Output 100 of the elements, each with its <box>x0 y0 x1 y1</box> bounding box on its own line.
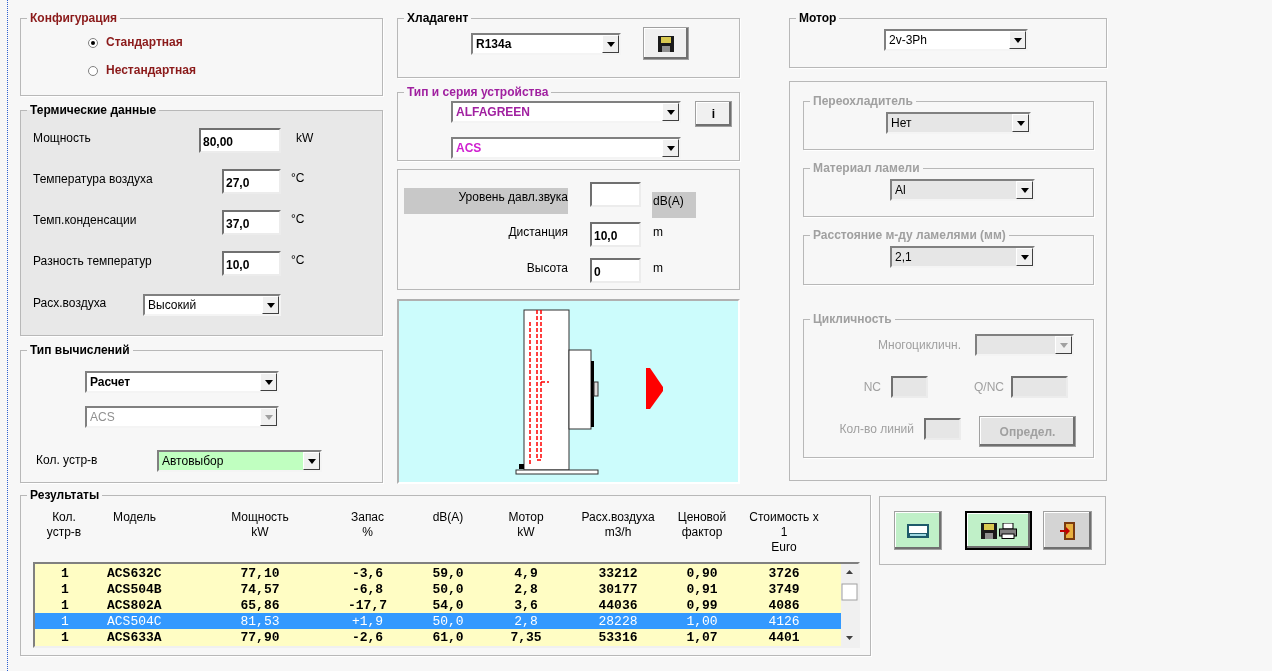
caret-icon[interactable] <box>1016 181 1033 199</box>
table-cell-text: 1 <box>60 613 70 629</box>
caret-icon[interactable] <box>303 452 320 470</box>
caret-icon[interactable] <box>262 296 279 314</box>
field-label: NC <box>862 380 881 394</box>
table-cell-text: 74,57 <box>239 581 281 597</box>
input-field[interactable]: 80,00 <box>199 128 281 153</box>
table-cell-text: 3,6 <box>513 597 539 613</box>
table-cell-text: -2,6 <box>350 629 385 645</box>
floppy-icon <box>658 35 674 52</box>
radio-button[interactable] <box>88 66 98 76</box>
info-button[interactable]: i <box>695 101 732 127</box>
caret-icon[interactable] <box>602 35 619 53</box>
table-cell-text: 1,07 <box>685 629 719 645</box>
column-header: Модель <box>112 510 158 526</box>
field-label: Мощность <box>33 131 92 145</box>
table-cell-text: -3,6 <box>350 565 385 581</box>
table-cell-text: 50,0 <box>431 613 465 629</box>
table-row[interactable]: 1 ACS633A 77,90 -2,6 61,0 7,35 53316 1,07 4401 <box>35 629 841 645</box>
caret-icon[interactable] <box>1009 31 1026 49</box>
table-cell-text: 65,86 <box>239 597 281 613</box>
table-cell-text: 81,53 <box>239 613 281 629</box>
caret-icon[interactable] <box>662 139 679 157</box>
table-cell-text: 1 <box>60 565 70 581</box>
save-print-button[interactable] <box>965 511 1032 550</box>
input-field[interactable]: 37,0 <box>222 210 281 235</box>
field-label: Многоцикличн. <box>877 338 961 352</box>
input-field[interactable] <box>590 182 641 207</box>
calculation-dropdown[interactable]: Расчет <box>85 371 279 393</box>
table-cell-text: ACS632C <box>106 565 163 581</box>
calculate-button[interactable] <box>894 511 942 550</box>
column-header: Кол. устр-в <box>45 510 83 541</box>
caret-icon[interactable] <box>260 373 277 391</box>
table-cell-text: 3726 <box>767 565 801 581</box>
field-label: Температура воздуха <box>33 172 154 186</box>
refrigerant-dropdown[interactable]: R134a <box>471 33 621 55</box>
caret-icon[interactable] <box>1012 114 1029 132</box>
table-cell-text: 28228 <box>597 613 639 629</box>
series-dropdown[interactable]: ACS <box>451 137 681 159</box>
table-cell-text: ACS633A <box>106 629 163 645</box>
input-field[interactable]: 0 <box>590 258 641 283</box>
exit-button[interactable] <box>1043 511 1092 550</box>
table-cell-text: 50,0 <box>431 581 465 597</box>
airflow-arrow-icon <box>646 368 663 409</box>
units-dropdown[interactable]: Автовыбор <box>157 450 322 472</box>
group-title: Расстояние м-ду ламелями (мм) <box>812 228 1007 242</box>
field-label: Дистанция <box>507 224 568 241</box>
caret-icon[interactable] <box>1055 336 1072 354</box>
table-cell-text: 44036 <box>597 597 639 613</box>
table-cell-text: 3749 <box>767 581 801 597</box>
column-header: Запас % <box>349 510 386 541</box>
option-label: Нестандартная <box>106 63 196 77</box>
field-label: Высота <box>525 260 568 277</box>
save-button[interactable] <box>643 27 689 60</box>
table-cell-text: +1,9 <box>350 613 385 629</box>
caret-icon[interactable] <box>662 103 679 121</box>
input-field[interactable]: 10,0 <box>222 251 281 276</box>
table-cell-text: 0,99 <box>685 597 719 613</box>
field-label: Уровень давл.звука <box>404 188 568 214</box>
input-field[interactable]: 27,0 <box>222 169 281 194</box>
unit-label: dB(A) <box>652 192 696 218</box>
field-label: Q/NC <box>973 380 1004 394</box>
caret-icon[interactable] <box>1016 248 1033 266</box>
table-row[interactable]: 1 ACS504B 74,57 -6,8 50,0 2,8 30177 0,91 3749 <box>35 581 841 597</box>
unit-label: °C <box>291 212 305 226</box>
airflow-dropdown[interactable]: Высокий <box>143 294 281 316</box>
table-cell-text: -6,8 <box>350 581 385 597</box>
radio-button[interactable] <box>88 38 98 48</box>
table-cell-text: 4126 <box>767 613 801 629</box>
column-header: Ценовой фактор <box>676 510 728 541</box>
option-label: Стандартная <box>106 35 183 49</box>
table-cell-text: 54,0 <box>431 597 465 613</box>
table-cell-text: 77,90 <box>239 629 281 645</box>
table-cell-text: 0,91 <box>685 581 719 597</box>
group-title: Термические данные <box>29 103 158 117</box>
motor-dropdown[interactable]: 2v-3Ph <box>884 29 1028 51</box>
table-cell-text: 53316 <box>597 629 639 645</box>
table-cell-text: 4,9 <box>513 565 539 581</box>
table-cell-text: -17,7 <box>347 597 388 613</box>
table-row[interactable]: 1 ACS802A 65,86 -17,7 54,0 3,6 44036 0,99 4086 <box>35 597 841 613</box>
table-cell-text: 33212 <box>597 565 639 581</box>
unit-label: kW <box>296 131 314 145</box>
table-cell-text: 30177 <box>597 581 639 597</box>
table-cell-text: 61,0 <box>431 629 465 645</box>
calculator-icon <box>907 523 929 538</box>
table-row[interactable]: 1 ACS632C 77,10 -3,6 59,0 4,9 33212 0,90 3726 <box>35 565 841 581</box>
unit-label: °C <box>291 171 305 185</box>
group-title: Материал ламели <box>812 161 921 175</box>
field-label: Кол-во линий <box>838 422 914 436</box>
device-type-dropdown[interactable]: ALFAGREEN <box>451 101 681 123</box>
group-title: Цикличность <box>812 312 893 326</box>
unit-label: m <box>652 260 664 277</box>
table-cell-text: 1 <box>60 629 70 645</box>
unit-label: °C <box>291 253 305 267</box>
group-title: Конфигурация <box>29 11 119 25</box>
scrollbar[interactable] <box>841 564 858 646</box>
field-label: Кол. устр-в <box>36 453 99 467</box>
table-cell-text: 77,10 <box>239 565 281 581</box>
table-cell-text: 7,35 <box>509 629 543 645</box>
input-field[interactable]: 10,0 <box>590 222 641 247</box>
